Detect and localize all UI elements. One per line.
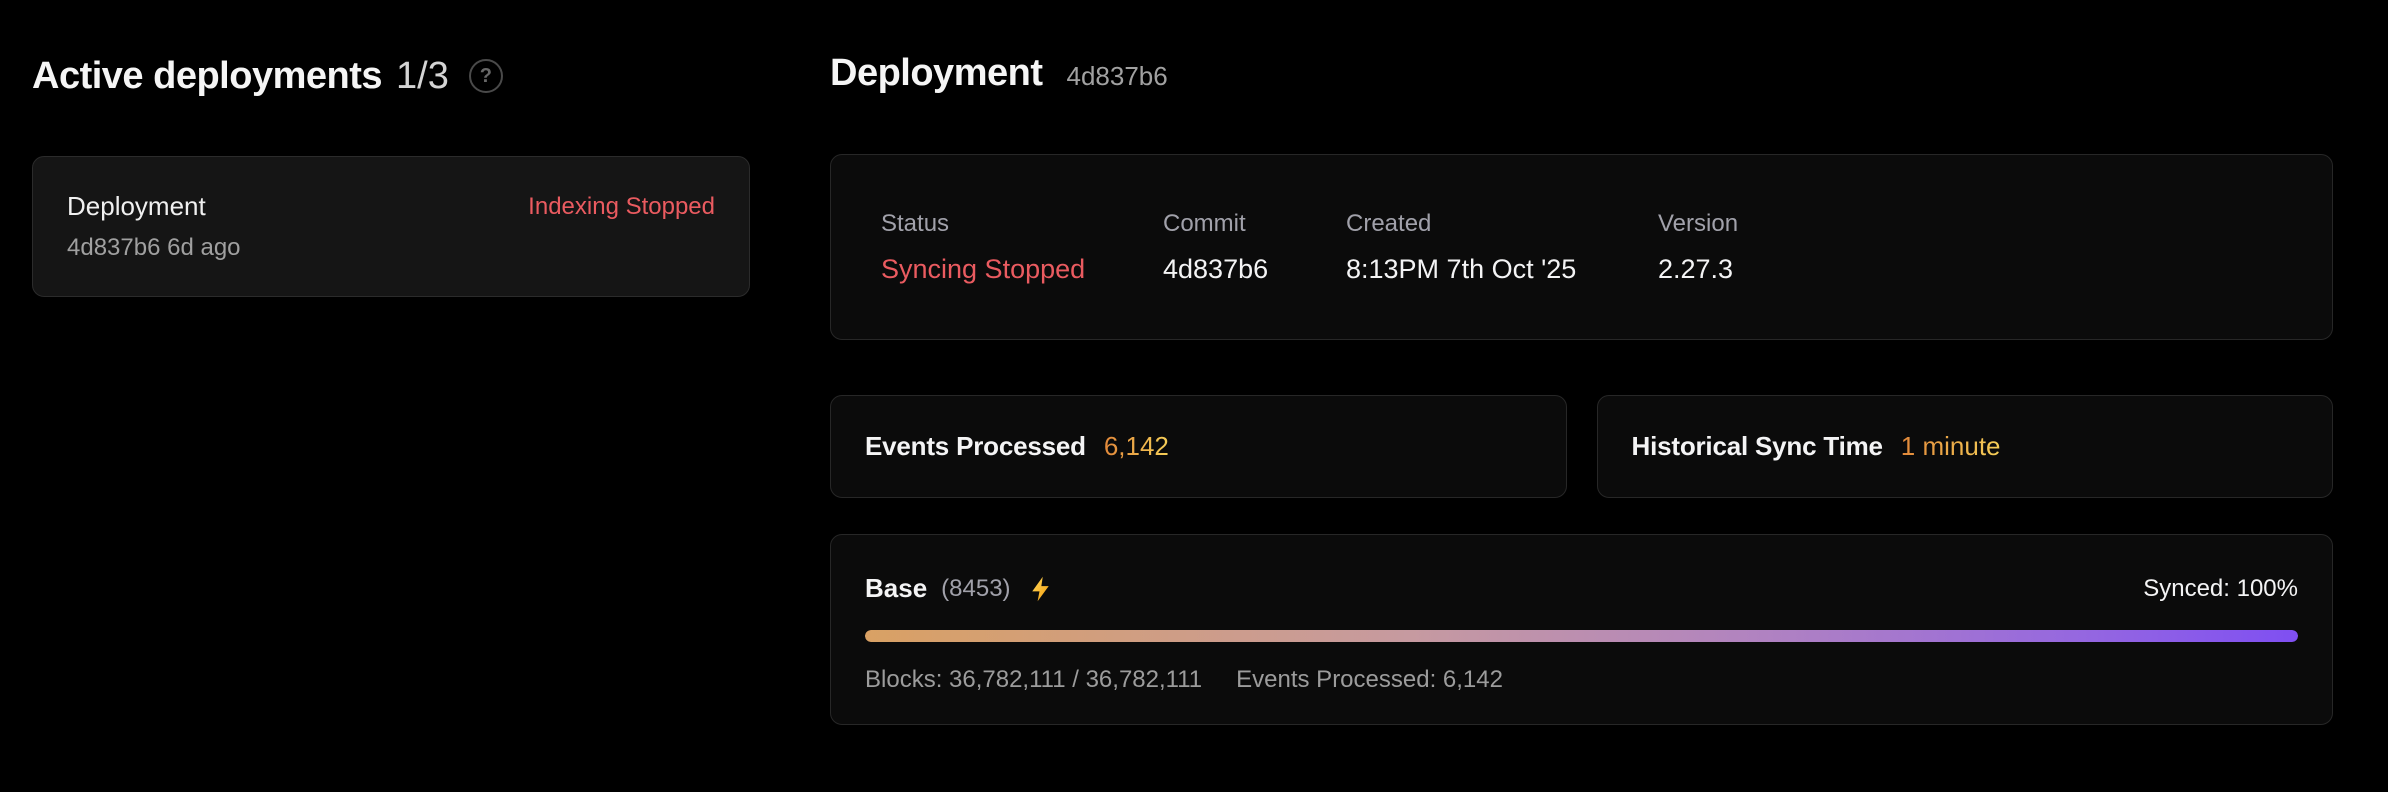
sync-progress-bar: [865, 630, 2298, 642]
chain-identity: Base (8453): [865, 573, 1055, 604]
info-field-version: Version 2.27.3: [1658, 210, 1738, 285]
deployment-detail-panel: Deployment 4d837b6 Status Syncing Stoppe…: [830, 52, 2333, 792]
sync-progress-fill: [865, 630, 2298, 642]
deployment-detail-header: Deployment 4d837b6: [830, 52, 2333, 100]
synced-percent: Synced: 100%: [2143, 575, 2298, 603]
info-field-status: Status Syncing Stopped: [881, 210, 1163, 285]
deployment-info-card: Status Syncing Stopped Commit 4d837b6 Cr…: [830, 154, 2333, 340]
deployment-list-item-meta: 4d837b6 6d ago: [67, 234, 715, 262]
deployment-list-item-row: Deployment Indexing Stopped: [67, 191, 715, 222]
metrics-row: Events Processed 6,142 Historical Sync T…: [830, 395, 2333, 498]
chain-name: Base: [865, 573, 927, 604]
blocks-stat: Blocks: 36,782,111 / 36,782,111: [865, 666, 1202, 694]
version-label: Version: [1658, 210, 1738, 238]
active-deployments-title: Active deployments: [32, 55, 382, 98]
chain-header: Base (8453) Synced: 100%: [865, 573, 2298, 604]
deployment-list-item[interactable]: Deployment Indexing Stopped 4d837b6 6d a…: [32, 156, 750, 297]
created-value: 8:13PM 7th Oct '25: [1346, 254, 1658, 285]
created-label: Created: [1346, 210, 1658, 238]
active-deployments-panel: Active deployments 1/3 ? Deployment Inde…: [32, 52, 750, 792]
events-stat: Events Processed: 6,142: [1236, 666, 1503, 694]
commit-value: 4d837b6: [1163, 254, 1346, 285]
info-field-created: Created 8:13PM 7th Oct '25: [1346, 210, 1658, 285]
version-value: 2.27.3: [1658, 254, 1738, 285]
chain-sync-card: Base (8453) Synced: 100%: [830, 534, 2333, 725]
events-processed-value: 6,142: [1104, 431, 1169, 462]
deployment-status-badge: Indexing Stopped: [528, 193, 715, 221]
deployment-list-item-name: Deployment: [67, 191, 206, 222]
active-deployments-header: Active deployments 1/3 ?: [32, 52, 750, 100]
historical-sync-time-card: Historical Sync Time 1 minute: [1597, 395, 2334, 498]
chain-id: (8453): [941, 575, 1010, 603]
commit-label: Commit: [1163, 210, 1346, 238]
historical-sync-time-value: 1 minute: [1901, 431, 2001, 462]
active-deployments-count: 1/3: [396, 55, 449, 98]
lightning-icon: [1027, 575, 1055, 603]
status-label: Status: [881, 210, 1163, 238]
deployments-page: Active deployments 1/3 ? Deployment Inde…: [0, 0, 2388, 792]
events-processed-label: Events Processed: [865, 431, 1086, 462]
historical-sync-time-label: Historical Sync Time: [1632, 431, 1883, 462]
events-processed-card: Events Processed 6,142: [830, 395, 1567, 498]
status-value: Syncing Stopped: [881, 254, 1163, 285]
help-icon[interactable]: ?: [469, 59, 503, 93]
info-field-commit: Commit 4d837b6: [1163, 210, 1346, 285]
chain-stats-row: Blocks: 36,782,111 / 36,782,111 Events P…: [865, 666, 2298, 694]
deployment-detail-title: Deployment: [830, 52, 1042, 95]
deployment-commit-hash: 4d837b6: [1066, 61, 1167, 92]
